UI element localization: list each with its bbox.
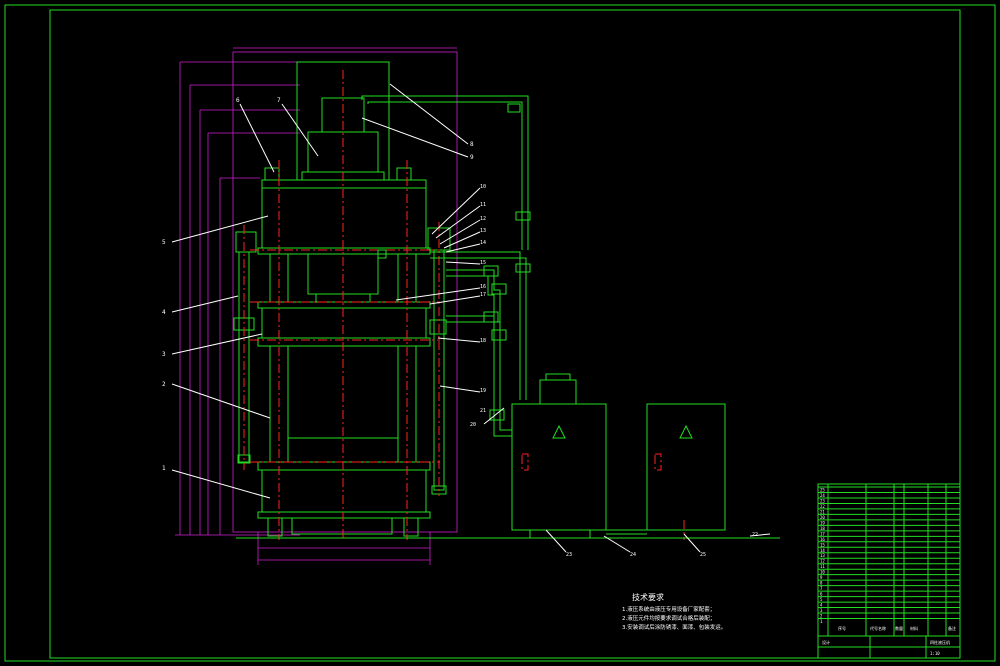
dimension-box-outer bbox=[232, 51, 458, 533]
parts-row-number: 2 bbox=[820, 614, 823, 619]
callout-label: 3 bbox=[162, 351, 166, 358]
title-block: 1234567891011121314151617181920212223242… bbox=[817, 483, 961, 659]
parts-row-number: 11 bbox=[820, 564, 825, 569]
parts-row-number: 14 bbox=[820, 548, 825, 553]
parts-row-number: 25 bbox=[820, 487, 825, 492]
callout-label: 21 bbox=[480, 408, 486, 414]
callout-label: 18 bbox=[480, 338, 486, 344]
warning-triangle-icon bbox=[552, 424, 566, 439]
dimension-lines bbox=[175, 47, 458, 565]
callout-label: 14 bbox=[480, 240, 486, 246]
parts-row-number: 16 bbox=[820, 537, 825, 542]
base bbox=[257, 461, 431, 537]
designer-label: 设计 bbox=[822, 639, 830, 645]
callout-label: 17 bbox=[480, 292, 486, 298]
notes-title: 技术要求 bbox=[632, 592, 664, 602]
callout-label: 12 bbox=[480, 216, 486, 222]
header-cell: 数量 bbox=[895, 625, 903, 631]
parts-row-number: 9 bbox=[820, 575, 823, 580]
callout-label: 1 bbox=[162, 465, 166, 472]
hydraulic-pipes bbox=[361, 95, 531, 437]
parts-row-number: 23 bbox=[820, 498, 825, 503]
callout-label: 5 bbox=[162, 239, 166, 246]
callout-label: 2 bbox=[162, 381, 166, 388]
parts-row-number: 21 bbox=[820, 509, 825, 514]
parts-row-number: 22 bbox=[820, 504, 825, 509]
engineering-drawing: 1 2 3 4 5 6 7 8 9 10 11 12 13 14 15 16 1… bbox=[4, 4, 996, 662]
left-guide bbox=[233, 231, 257, 464]
parts-row-number: 7 bbox=[820, 586, 823, 591]
callout-label: 4 bbox=[162, 309, 166, 316]
warning-triangle-icon bbox=[679, 424, 693, 439]
callout-label: 23 bbox=[566, 552, 572, 558]
parts-row-number: 17 bbox=[820, 531, 825, 536]
callout-label: 13 bbox=[480, 228, 486, 234]
hydraulic-station bbox=[236, 373, 780, 540]
notes-line: 2.液压元件均按要求调试合格后装配； bbox=[622, 614, 715, 622]
header-cell: 序号 bbox=[838, 625, 846, 631]
notes-line: 1.液压系统由液压专用设备厂家配套； bbox=[622, 605, 715, 613]
drawing-name: 四柱液压机 bbox=[930, 639, 950, 645]
parts-list-frame bbox=[817, 483, 961, 659]
moving-crossbeam bbox=[257, 301, 431, 347]
parts-row-number: 24 bbox=[820, 493, 825, 498]
callout-label: 22 bbox=[752, 532, 758, 538]
parts-row-number: 15 bbox=[820, 542, 825, 547]
parts-row-number: 5 bbox=[820, 597, 823, 602]
pump-motor bbox=[539, 379, 577, 405]
parts-row-number: 13 bbox=[820, 553, 825, 558]
callout-label: 16 bbox=[480, 284, 486, 290]
callout-label: 24 bbox=[630, 552, 636, 558]
parts-row-number: 10 bbox=[820, 570, 825, 575]
callout-label: 19 bbox=[480, 388, 486, 394]
callout-label: 9 bbox=[470, 154, 474, 161]
parts-row-number: 3 bbox=[820, 608, 823, 613]
callout-label: 25 bbox=[700, 552, 706, 558]
header-cell: 材料 bbox=[910, 625, 918, 631]
callout-label: 11 bbox=[480, 202, 486, 208]
header-cell: 代号 bbox=[870, 625, 878, 631]
parts-row-number: 4 bbox=[820, 603, 823, 608]
header-cell: 备注 bbox=[948, 625, 956, 631]
oil-tank bbox=[511, 403, 607, 531]
parts-row-number: 18 bbox=[820, 526, 825, 531]
notes-line: 3.安装调试后涂防锈漆、面漆、包装发运。 bbox=[622, 623, 726, 631]
callout-label: 6 bbox=[236, 97, 240, 104]
drawing-scale: 1:10 bbox=[930, 651, 940, 656]
upper-crossbeam bbox=[257, 167, 431, 255]
parts-row-number: 20 bbox=[820, 515, 825, 520]
technical-requirements: 技术要求 1.液压系统由液压专用设备厂家配套； 2.液压元件均按要求调试合格后装… bbox=[622, 592, 726, 631]
callout-label: 7 bbox=[277, 97, 281, 104]
parts-row-number: 8 bbox=[820, 581, 823, 586]
callout-label: 20 bbox=[470, 422, 476, 428]
callout-label: 15 bbox=[480, 260, 486, 266]
parts-row-number: 12 bbox=[820, 559, 825, 564]
callout-labels: 1 2 3 4 5 6 7 8 9 10 11 12 13 14 15 16 1… bbox=[162, 97, 758, 558]
parts-row-number: 19 bbox=[820, 520, 825, 525]
electric-cabinet bbox=[646, 403, 726, 531]
parts-row-number: 6 bbox=[820, 592, 823, 597]
callout-label: 8 bbox=[470, 141, 474, 148]
callout-label: 10 bbox=[480, 184, 486, 190]
parts-list-rows: 1234567891011121314151617181920212223242… bbox=[818, 486, 960, 624]
header-cell: 名称 bbox=[878, 625, 886, 631]
parts-row-number: 1 bbox=[820, 619, 823, 624]
